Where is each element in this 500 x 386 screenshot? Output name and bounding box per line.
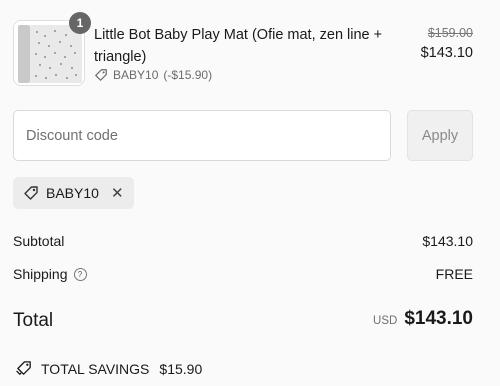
product-discount-line: BABY10 (-$15.90): [94, 68, 212, 82]
shipping-label-row: Shipping ?: [13, 266, 87, 282]
currency-code: USD: [373, 315, 398, 327]
discount-code-input[interactable]: [13, 110, 391, 161]
subtotal-value: $143.10: [422, 233, 473, 249]
shipping-label: Shipping: [13, 266, 68, 282]
tags-icon: [16, 361, 31, 376]
total-value-group: USD $143.10: [373, 308, 473, 330]
product-thumbnail-wrapper: 1: [13, 12, 91, 86]
total-savings-value: $15.90: [159, 360, 203, 377]
total-savings-label: TOTAL SAVINGS: [41, 360, 150, 377]
applied-code-chip: BABY10 ✕: [13, 177, 134, 209]
quantity-badge: 1: [69, 12, 91, 34]
help-icon[interactable]: ?: [73, 267, 87, 281]
apply-button[interactable]: Apply: [407, 110, 473, 161]
shipping-value: FREE: [435, 266, 473, 282]
original-price: $159.00: [427, 26, 473, 40]
discounted-price: $143.10: [420, 45, 473, 61]
product-discount-code: BABY10: [113, 68, 159, 82]
remove-code-icon[interactable]: ✕: [111, 186, 124, 201]
tag-icon: [95, 69, 107, 81]
total-value: $143.10: [404, 308, 473, 329]
total-label: Total: [13, 310, 54, 331]
product-title: Little Bot Baby Play Mat (Ofie mat, zen …: [94, 27, 383, 65]
product-discount-amount: (-$15.90): [163, 68, 213, 82]
subtotal-label: Subtotal: [13, 233, 65, 249]
applied-code-label: BABY10: [46, 185, 99, 201]
total-savings: TOTAL SAVINGS $15.90: [16, 360, 202, 377]
tag-icon: [24, 186, 38, 200]
